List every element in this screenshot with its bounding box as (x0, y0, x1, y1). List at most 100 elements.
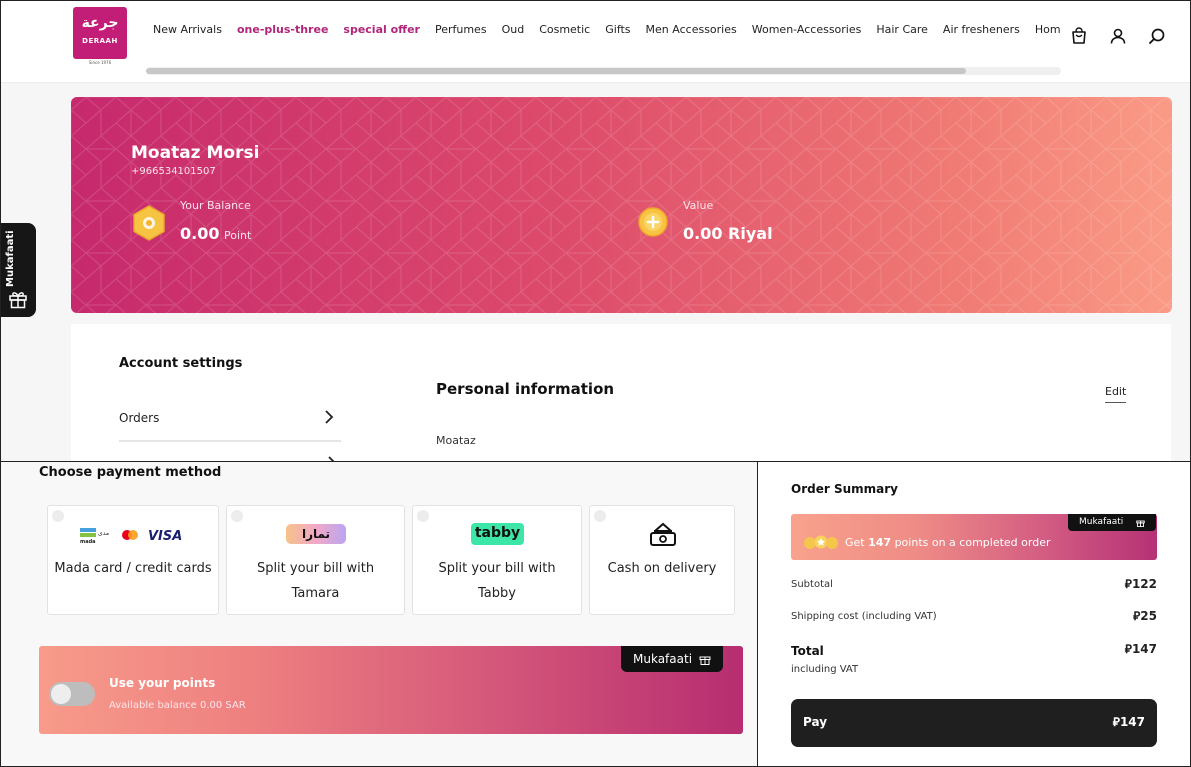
nav-item-special-offer[interactable]: special offer (343, 23, 420, 36)
nav-item-new-arrivals[interactable]: New Arrivals (153, 23, 222, 36)
nav-item-one-plus-three[interactable]: one-plus-three (237, 23, 328, 36)
shipping-row: Shipping cost (including VAT) ⃁25 (791, 609, 1157, 627)
rewards-banner: Moataz Morsi +966534101507 Your Balance … (71, 97, 1172, 313)
payment-option-label: Cash on delivery (607, 561, 717, 576)
total-row: Total including VAT ⃁147 (791, 642, 1157, 678)
payment-option-card[interactable]: mada مدى VISA Mada card / credit cards (47, 505, 219, 615)
shipping-label: Shipping cost (including VAT) (791, 611, 937, 622)
tabby-logo: tabby (471, 523, 524, 545)
first-name-value: Moataz (436, 434, 476, 447)
mukafaati-badge: Mukafaati (1068, 514, 1156, 531)
use-points-title: Use your points (109, 676, 216, 690)
currency-icon: ⃁ (1112, 715, 1120, 729)
nav-item-gifts[interactable]: Gifts (605, 23, 630, 36)
account-settings-card: Account settings Orders Personal informa… (71, 324, 1171, 461)
gift-icon (699, 656, 711, 665)
cash-icon (650, 522, 676, 546)
order-summary-panel: Order Summary Get 147 points on a comple… (757, 461, 1191, 767)
payment-option-label: Split your bill with Tabby (438, 561, 556, 601)
value-label: Value (683, 199, 714, 212)
total-vat-note: including VAT (791, 664, 859, 675)
earn-suffix: points on a completed order (894, 536, 1051, 549)
use-points-banner: Mukafaati Use your points Available bala… (39, 646, 743, 734)
payment-radio[interactable] (594, 510, 606, 522)
payment-method-panel: Choose payment method mada مدى VISA Mada… (0, 461, 758, 767)
nav-item-air-fresheners[interactable]: Air fresheners (943, 23, 1020, 36)
pay-button[interactable]: Pay ⃁147 (791, 699, 1157, 747)
mukafaati-tab-label: Mukafaati (5, 230, 16, 287)
balance-value: 0.00 (180, 224, 220, 243)
svg-text:mada: mada (80, 539, 96, 544)
logo-english-text: DERAAH (82, 37, 118, 45)
search-icon[interactable] (1148, 27, 1166, 45)
riyal-coin-icon (638, 207, 668, 237)
total-value: 147 (1131, 642, 1157, 656)
currency-icon: ⃁ (1124, 577, 1132, 591)
value-amount: 0.00 Riyal (683, 224, 773, 243)
svg-text:VISA: VISA (148, 529, 182, 544)
mukafaati-badge-label: Mukafaati (633, 652, 693, 666)
payment-option-card[interactable]: تمارا Split your bill with Tamara (226, 505, 405, 615)
cart-icon[interactable] (1070, 27, 1088, 45)
payment-option-card[interactable]: tabby Split your bill with Tabby (412, 505, 582, 615)
nav-item-home[interactable]: Home (1035, 23, 1061, 36)
site-header: جرعة DERAAH Since 1976 New Arrivals one-p… (1, 1, 1190, 83)
shipping-amount: ⃁25 (1133, 609, 1157, 624)
payment-radio[interactable] (417, 510, 429, 522)
earn-prefix: Get (845, 536, 865, 549)
mukafaati-badge: Mukafaati (621, 646, 723, 672)
payment-title: Choose payment method (39, 465, 222, 480)
member-phone: +966534101507 (131, 166, 216, 177)
total-label: Total (791, 644, 824, 658)
personal-information-title: Personal information (436, 380, 615, 398)
chevron-right-icon (325, 410, 334, 424)
nav-scrollbar-thumb[interactable] (146, 68, 966, 74)
subtotal-value: 122 (1131, 577, 1157, 591)
payment-option-label: Split your bill with Tamara (256, 561, 375, 601)
card-brands-icon: mada مدى VISA (80, 528, 182, 544)
sidebar-item-orders[interactable]: Orders (119, 408, 341, 442)
toggle-knob (51, 684, 71, 704)
payment-radio[interactable] (52, 510, 64, 522)
payment-radio[interactable] (231, 510, 243, 522)
total-amount: ⃁147 (1125, 642, 1157, 657)
use-points-toggle[interactable] (49, 682, 95, 706)
available-balance-text: Available balance 0.00 SAR (109, 700, 246, 711)
nav-item-men-accessories[interactable]: Men Accessories (646, 23, 737, 36)
subtotal-amount: ⃁122 (1125, 577, 1157, 592)
shipping-value: 25 (1140, 609, 1157, 623)
earn-points-value: 147 (868, 536, 892, 549)
brand-logo[interactable]: جرعة DERAAH (73, 7, 127, 59)
balance-label: Your Balance (180, 199, 251, 212)
payment-option-card[interactable]: Cash on delivery (589, 505, 735, 615)
tamara-logo: تمارا (286, 524, 346, 544)
svg-text:مدى: مدى (98, 530, 109, 537)
nav-item-cosmetic[interactable]: Cosmetic (539, 23, 590, 36)
member-name: Moataz Morsi (131, 143, 260, 163)
pay-button-amount: ⃁147 (1113, 715, 1145, 730)
mukafaati-badge-label: Mukafaati (1079, 517, 1124, 527)
earn-points-banner: Get 147 points on a completed order Muka… (791, 514, 1157, 560)
gift-icon (9, 292, 27, 309)
nav-item-hair-care[interactable]: Hair Care (876, 23, 928, 36)
nav-item-perfumes[interactable]: Perfumes (435, 23, 487, 36)
pay-button-label: Pay (803, 715, 828, 729)
payment-option-label: Mada card / credit cards (54, 561, 212, 576)
stars-icon (804, 535, 838, 549)
account-page-screenshot: جرعة DERAAH Since 1976 New Arrivals one-p… (0, 0, 1191, 462)
mukafaati-side-tab[interactable]: Mukafaati (1, 223, 36, 317)
currency-icon: ⃁ (1124, 642, 1132, 656)
subtotal-label: Subtotal (791, 579, 833, 590)
nav-item-women-accessories[interactable]: Women-Accessories (752, 23, 862, 36)
order-summary-title: Order Summary (791, 482, 898, 496)
edit-link[interactable]: Edit (1105, 385, 1127, 403)
orders-label: Orders (119, 411, 160, 425)
earn-points-text: Get 147 points on a completed order (845, 536, 1051, 549)
points-coin-icon (133, 205, 165, 241)
logo-arabic-text: جرعة (81, 15, 119, 31)
main-nav: New Arrivals one-plus-three special offer P… (153, 23, 1061, 43)
pay-amount-value: 147 (1119, 715, 1145, 729)
nav-item-oud[interactable]: Oud (502, 23, 525, 36)
user-icon[interactable] (1109, 27, 1127, 45)
account-settings-title: Account settings (119, 356, 243, 371)
